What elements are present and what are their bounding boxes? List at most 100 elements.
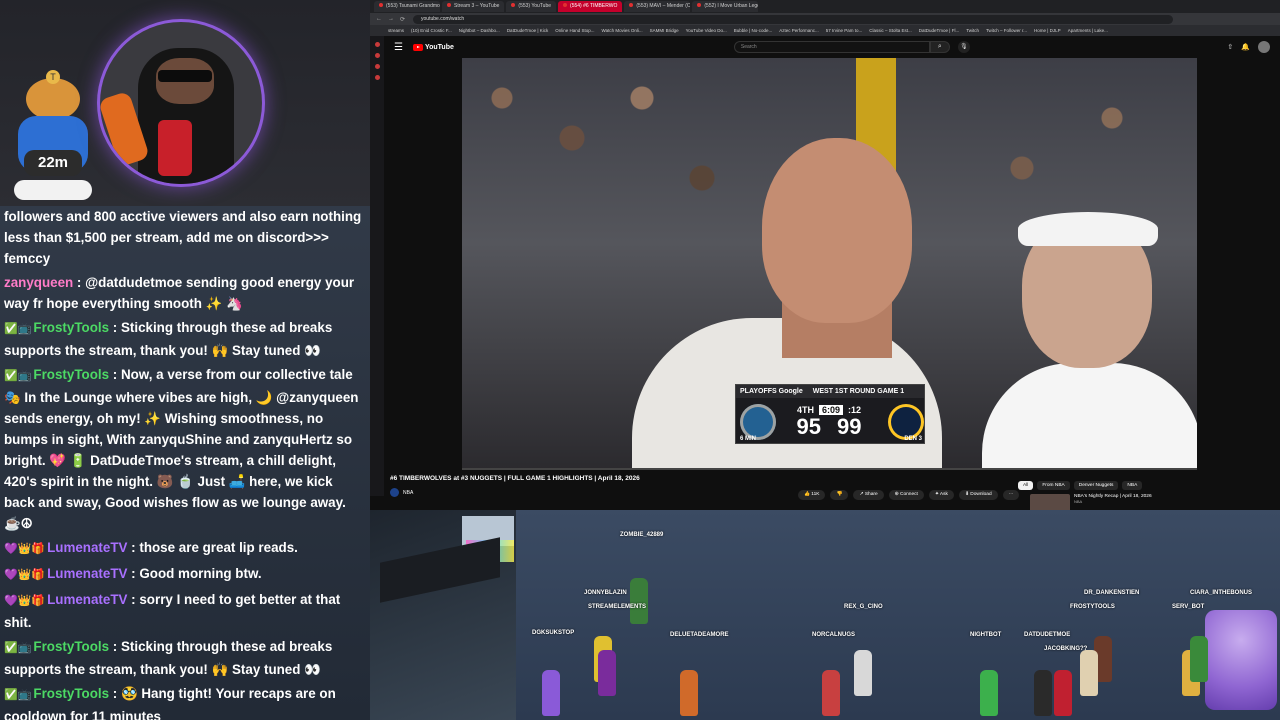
bookmark-item[interactable]: DatDudeTmoe | Kick bbox=[507, 28, 548, 33]
viewer-avatar-sprite bbox=[854, 650, 872, 696]
sidebar-icon[interactable] bbox=[374, 75, 380, 80]
video-title: #6 TIMBERWOLVES at #3 NUGGETS | FULL GAM… bbox=[390, 475, 640, 482]
tab-favicon-icon bbox=[629, 3, 634, 7]
recommended-title[interactable]: NBA's Nightly Recap | April 18, 2026 bbox=[1074, 494, 1154, 499]
bookmark-item[interactable]: Aztec Performanc... bbox=[779, 28, 819, 33]
chat-username[interactable]: LumenateTV bbox=[47, 566, 127, 581]
mic-icon[interactable]: 🎙 bbox=[957, 41, 970, 53]
chat-message: 💜👑🎁 LumenateTV : sorry I need to get bett… bbox=[4, 592, 341, 630]
reload-icon[interactable]: ⟳ bbox=[400, 16, 405, 23]
sidebar-icon[interactable] bbox=[374, 53, 380, 58]
browser-tab[interactable]: (552) I Move Urban Lege bbox=[692, 1, 759, 12]
video-player[interactable]: PLAYOFFS Google WEST 1ST ROUND GAME 1 4T… bbox=[462, 58, 1197, 470]
youtube-header: ☰ YouTube Search ⌕ 🎙 ⇧ 🔔 bbox=[384, 36, 1280, 58]
filter-chip[interactable]: Denver Nuggets bbox=[1073, 481, 1119, 490]
filter-chip[interactable]: From NBA bbox=[1037, 481, 1070, 490]
video-action-button[interactable]: 👎 bbox=[830, 490, 849, 500]
account-avatar[interactable] bbox=[1258, 41, 1270, 53]
search-icon[interactable]: ⌕ bbox=[929, 41, 950, 53]
browser-tab[interactable]: Stream 3 – YouTube bbox=[442, 1, 505, 12]
chat-message: ✅📺 FrostyTools : Now, a verse from our co… bbox=[4, 367, 359, 531]
video-progress-bar[interactable] bbox=[462, 468, 1197, 470]
browser-tab[interactable]: (553) MAVI – Mender (O bbox=[624, 1, 691, 12]
bookmark-item[interactable]: Twitch – Follower r... bbox=[986, 28, 1027, 33]
chat-badges: 💜👑🎁 bbox=[4, 595, 46, 607]
chat-text: Now, a verse from our collective tale 🎭 … bbox=[4, 367, 359, 531]
webcam-panel: T 22m bbox=[0, 0, 370, 206]
chat-username[interactable]: FrostyTools bbox=[33, 320, 109, 335]
bookmark-item[interactable]: Home | DJLP bbox=[1034, 28, 1061, 33]
forward-icon[interactable]: → bbox=[388, 16, 394, 22]
video-action-button[interactable]: 👍 11K bbox=[798, 490, 826, 500]
desk-camera bbox=[370, 510, 516, 720]
bookmark-item[interactable]: DatDudeTmoe | Fl... bbox=[919, 28, 959, 33]
chat-message: ✅📺 FrostyTools : Sticking through these a… bbox=[4, 639, 333, 677]
chat-text: followers and 800 acctive viewers and al… bbox=[4, 209, 362, 266]
notifications-icon[interactable]: 🔔 bbox=[1241, 43, 1250, 51]
filter-chip[interactable]: All bbox=[1018, 481, 1034, 490]
shot-clock: :12 bbox=[848, 404, 862, 415]
tab-favicon-icon bbox=[511, 3, 516, 7]
chat-message: 💜👑🎁 LumenateTV : Good morning btw. bbox=[4, 563, 366, 586]
tab-label: (552) I Move Urban Lege bbox=[704, 3, 759, 9]
sidebar-icon[interactable] bbox=[374, 42, 380, 47]
browser-tab[interactable]: (553) YouTube bbox=[506, 1, 557, 12]
menu-icon[interactable]: ☰ bbox=[394, 42, 403, 53]
bookmark-item[interactable]: (10) Enid Crostic F... bbox=[411, 28, 452, 33]
crystal-decoration bbox=[1205, 610, 1277, 710]
player-gordon bbox=[982, 198, 1197, 470]
video-action-button[interactable]: ✦ Ask bbox=[928, 490, 954, 500]
chat-username[interactable]: FrostyTools bbox=[33, 367, 109, 382]
bookmark-item[interactable]: Apartments | Lake... bbox=[1068, 28, 1108, 33]
round-label: WEST 1ST ROUND GAME 1 bbox=[812, 388, 905, 395]
home-abbr: DEN bbox=[904, 436, 917, 442]
viewer-avatar-name: DELUETADEAMORE bbox=[670, 632, 729, 638]
search-input[interactable]: Search bbox=[733, 41, 930, 53]
bookmark-item[interactable]: Online Hand Stop... bbox=[555, 28, 594, 33]
away-score: 95 bbox=[796, 413, 821, 439]
channel-row[interactable]: NBA bbox=[390, 488, 413, 497]
bookmark-item[interactable]: streams bbox=[388, 28, 404, 33]
channel-name[interactable]: NBA bbox=[403, 490, 413, 496]
filter-chip[interactable]: NBA bbox=[1122, 481, 1143, 490]
bookmark-item[interactable]: SAMMI Bridge bbox=[650, 28, 679, 33]
viewer-avatar-name: JONNYBLAZIN bbox=[584, 590, 627, 596]
chat-username[interactable]: LumenateTV bbox=[47, 592, 127, 607]
viewer-avatar-name: DR_DANKENSTIEN bbox=[1084, 590, 1140, 596]
bookmark-item[interactable]: Twitch bbox=[966, 28, 979, 33]
viewer-avatar-name: DATDUDETMOE bbox=[1024, 632, 1071, 638]
chat-username[interactable]: LumenateTV bbox=[47, 540, 127, 555]
video-action-button[interactable]: ··· bbox=[1002, 490, 1020, 500]
video-action-button[interactable]: ↗ Share bbox=[853, 490, 884, 500]
bookmark-item[interactable]: Watch Movies Onli... bbox=[602, 28, 643, 33]
viewer-avatar-sprite bbox=[542, 670, 560, 716]
scorebug: PLAYOFFS Google WEST 1ST ROUND GAME 1 4T… bbox=[735, 384, 925, 444]
channel-avatar[interactable] bbox=[390, 488, 399, 497]
bookmark-item[interactable]: Classic – Stolta Est... bbox=[869, 28, 912, 33]
bookmark-item[interactable]: YouTube Video Do... bbox=[686, 28, 727, 33]
browser-tab[interactable]: (554) #6 TIMBERWO bbox=[558, 1, 623, 12]
video-action-button[interactable]: ⊕ Connect bbox=[888, 490, 924, 500]
chat-username[interactable]: zanyqueen bbox=[4, 275, 73, 290]
viewer-avatar-name: REX_G_CINO bbox=[844, 604, 883, 610]
bookmark-item[interactable]: 57 Irvine Pam to... bbox=[826, 28, 863, 33]
chat-message: ✅📺 FrostyTools : Sticking through these a… bbox=[4, 320, 333, 358]
tab-label: (554) #6 TIMBERWO bbox=[570, 3, 618, 9]
tab-favicon-icon bbox=[697, 3, 702, 7]
chat-username[interactable]: FrostyTools bbox=[33, 639, 109, 654]
game-clock: 6:09 bbox=[818, 404, 843, 415]
url-field[interactable]: youtube.com/watch bbox=[413, 14, 1174, 24]
viewer-avatar-name: CIARA_INTHEBONUS bbox=[1190, 590, 1253, 596]
back-icon[interactable]: ← bbox=[376, 16, 382, 22]
bookmark-item[interactable]: Bubble | No-code... bbox=[734, 28, 772, 33]
recommendation-chips: All From NBA Denver Nuggets NBA bbox=[1018, 481, 1143, 490]
chat-username[interactable]: FrostyTools bbox=[33, 686, 109, 701]
upload-icon[interactable]: ⇧ bbox=[1227, 43, 1233, 51]
video-action-button[interactable]: ⬇ Download bbox=[958, 490, 998, 500]
viewer-avatar-name: DGKSUKSTOP bbox=[532, 630, 575, 636]
youtube-logo[interactable]: YouTube bbox=[412, 43, 454, 51]
sidebar-icon[interactable] bbox=[374, 64, 380, 69]
bookmark-item[interactable]: Nightbot – Dashbo... bbox=[459, 28, 500, 33]
video-actions: 👍 11K 👎 ↗ Share ⊕ Connect ✦ Ask ⬇ Download ··· bbox=[798, 490, 1020, 500]
browser-tab[interactable]: (553) Tsunami Grandmo bbox=[374, 1, 440, 12]
